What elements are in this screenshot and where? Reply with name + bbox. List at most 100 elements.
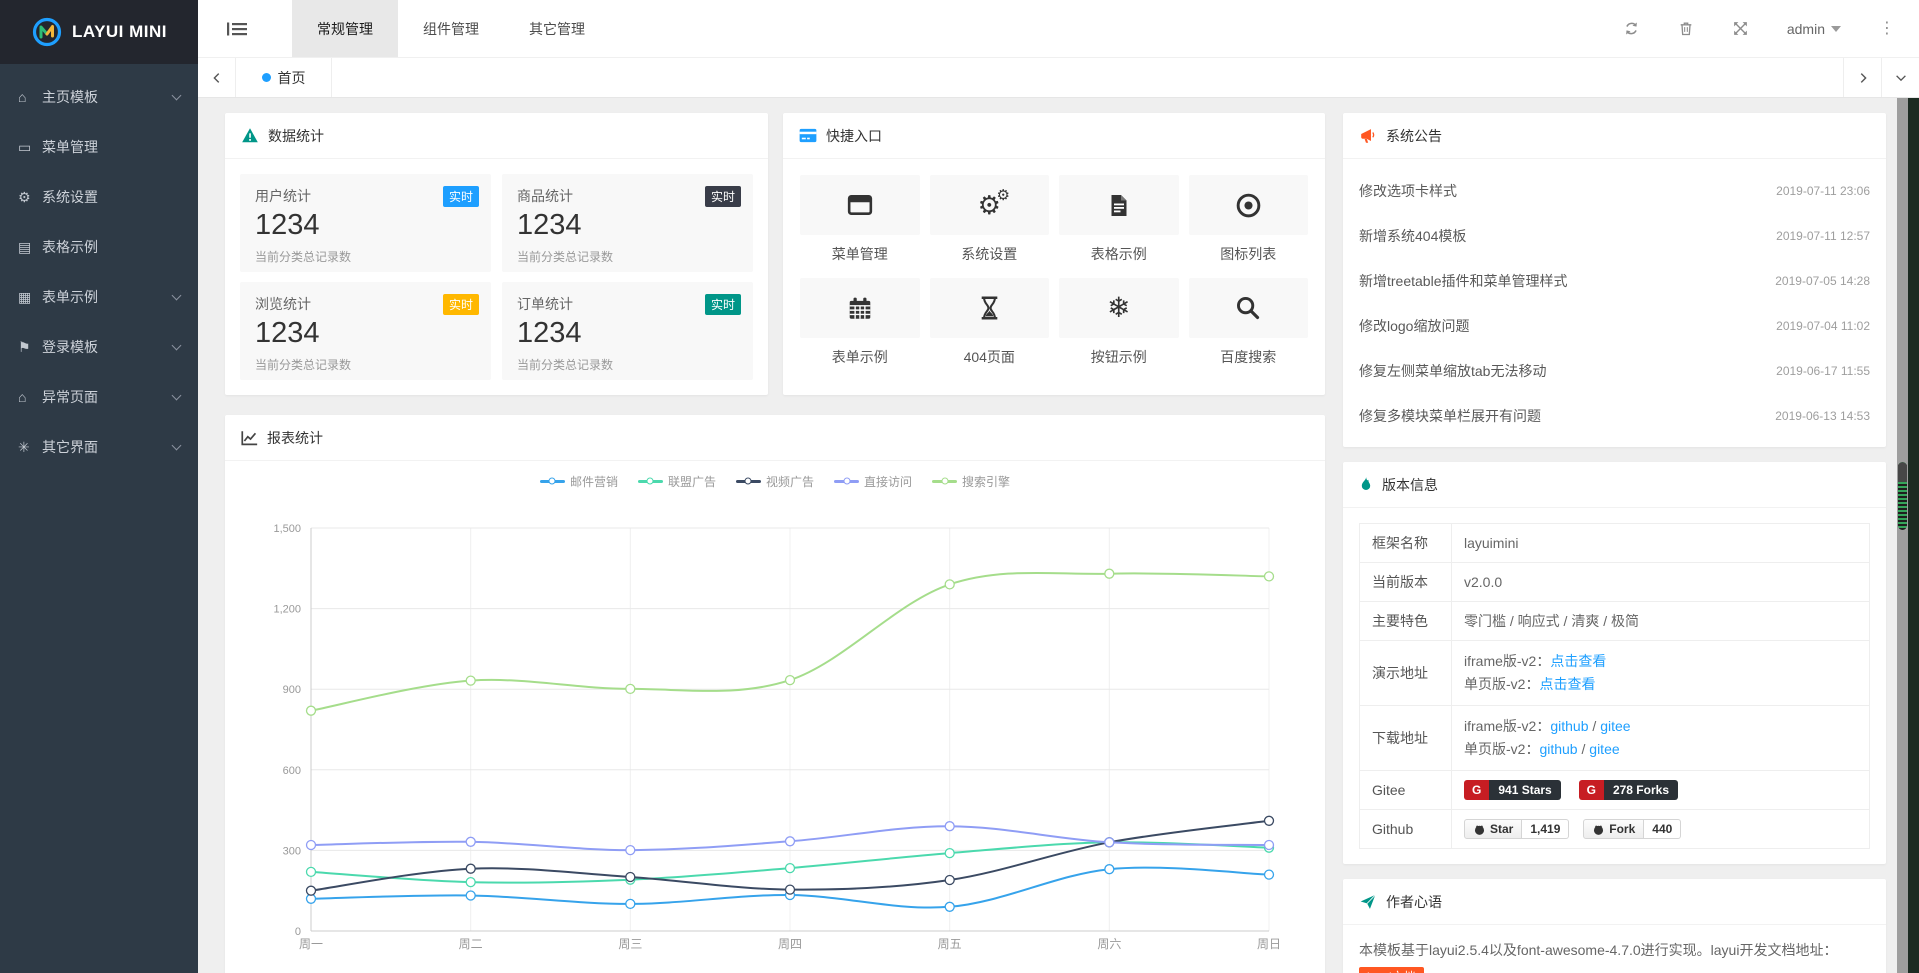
demo-link[interactable]: 点击查看 bbox=[1539, 676, 1595, 692]
data-stats-card: 数据统计 用户统计 1234 当前分类总记录数 实时 商品统计 1 bbox=[225, 113, 768, 395]
legend-marker bbox=[638, 480, 663, 483]
snowflake-icon: ❄ bbox=[1107, 294, 1130, 322]
main-scrollbar-track[interactable] bbox=[1897, 98, 1908, 973]
more-options-button[interactable]: ⋮ bbox=[1879, 21, 1895, 37]
sidebar-item-error-pages[interactable]: ⌂ 异常页面 bbox=[0, 372, 198, 422]
row-label: 演示地址 bbox=[1360, 641, 1452, 706]
credit-card-icon bbox=[799, 128, 817, 143]
sidebar-item-table-example[interactable]: ▤ 表格示例 bbox=[0, 222, 198, 272]
quick-item-icons[interactable]: 图标列表 bbox=[1189, 175, 1309, 264]
tab-operations-button[interactable] bbox=[1881, 58, 1919, 97]
stat-box-orders[interactable]: 订单统计 1234 当前分类总记录数 实时 bbox=[502, 282, 753, 380]
tab-home[interactable]: 首页 bbox=[236, 58, 332, 97]
stat-box-products[interactable]: 商品统计 1234 当前分类总记录数 实时 bbox=[502, 174, 753, 272]
quick-item-buttons[interactable]: ❄ 按钮示例 bbox=[1059, 278, 1179, 367]
quick-item-404[interactable]: 404页面 bbox=[930, 278, 1050, 367]
sidebar-item-system-settings[interactable]: ⚙ 系统设置 bbox=[0, 172, 198, 222]
github-link[interactable]: github bbox=[1550, 718, 1588, 734]
sidebar-item-other-ui[interactable]: ✳ 其它界面 bbox=[0, 422, 198, 472]
quick-item-form[interactable]: 表单示例 bbox=[800, 278, 920, 367]
line-chart[interactable]: 周一周二周三周四周五周六周日03006009001,2001,500 bbox=[225, 496, 1325, 973]
topnav-tab-general[interactable]: 常规管理 bbox=[292, 0, 398, 57]
main-scrollbar-thumb[interactable] bbox=[1898, 462, 1907, 530]
stat-box-users[interactable]: 用户统计 1234 当前分类总记录数 实时 bbox=[240, 174, 491, 272]
legend-item[interactable]: 搜索引擎 bbox=[932, 473, 1010, 490]
sidebar-item-home-template[interactable]: ⌂ 主页模板 bbox=[0, 72, 198, 122]
legend-item[interactable]: 联盟广告 bbox=[638, 473, 716, 490]
legend-item[interactable]: 视频广告 bbox=[736, 473, 814, 490]
announcement-date: 2019-07-11 12:57 bbox=[1776, 229, 1870, 243]
stat-box-views[interactable]: 浏览统计 1234 当前分类总记录数 实时 bbox=[240, 282, 491, 380]
sidebar-item-login-template[interactable]: ⚑ 登录模板 bbox=[0, 322, 198, 372]
legend-item[interactable]: 直接访问 bbox=[834, 473, 912, 490]
announcement-item[interactable]: 修复多模块菜单栏展开有问题 2019-06-13 14:53 bbox=[1343, 393, 1886, 438]
logo[interactable]: LAYUI MINI bbox=[0, 0, 198, 64]
github-icon bbox=[1592, 823, 1605, 836]
announcement-item[interactable]: 新增系统404模板 2019-07-11 12:57 bbox=[1343, 213, 1886, 258]
svg-text:900: 900 bbox=[283, 684, 301, 696]
sidebar-item-form-example[interactable]: ▦ 表单示例 bbox=[0, 272, 198, 322]
gitee-stars-badge[interactable]: G941 Stars bbox=[1464, 780, 1561, 800]
legend-marker bbox=[540, 480, 565, 483]
legend-item[interactable]: 邮件营销 bbox=[540, 473, 618, 490]
quick-item-table[interactable]: 表格示例 bbox=[1059, 175, 1179, 264]
user-menu[interactable]: admin bbox=[1787, 21, 1841, 37]
svg-text:1,200: 1,200 bbox=[273, 604, 301, 616]
username: admin bbox=[1787, 21, 1825, 37]
right-column: 系统公告 修改选项卡样式 2019-07-11 23:06 新增系统404模板 … bbox=[1343, 113, 1886, 973]
demo-prefix: iframe版-v2： bbox=[1464, 653, 1550, 669]
search-icon bbox=[1235, 295, 1261, 321]
gitee-link[interactable]: gitee bbox=[1589, 741, 1619, 757]
separator: / bbox=[1589, 718, 1601, 734]
expand-arrows-icon bbox=[1732, 20, 1749, 37]
svg-text:周四: 周四 bbox=[778, 937, 802, 951]
announcement-item[interactable]: 修复左侧菜单缩放tab无法移动 2019-06-17 11:55 bbox=[1343, 348, 1886, 393]
announcement-date: 2019-07-11 23:06 bbox=[1776, 184, 1870, 198]
github-fork-widget[interactable]: Fork 440 bbox=[1583, 819, 1681, 839]
svg-text:600: 600 bbox=[283, 765, 301, 777]
topnav-tab-components[interactable]: 组件管理 bbox=[398, 0, 504, 57]
github-link[interactable]: github bbox=[1539, 741, 1577, 757]
legend-label: 邮件营销 bbox=[570, 473, 618, 490]
topnav-tab-other[interactable]: 其它管理 bbox=[504, 0, 610, 57]
layui-doc-badge[interactable]: layui文档 bbox=[1359, 967, 1424, 973]
hourglass-icon bbox=[977, 294, 1002, 322]
status-badge: 实时 bbox=[705, 294, 741, 315]
version-header: 版本信息 bbox=[1343, 462, 1886, 508]
tab-scroll-left-button[interactable] bbox=[198, 58, 236, 97]
row-label: 框架名称 bbox=[1360, 524, 1452, 563]
refresh-icon bbox=[1623, 20, 1640, 37]
announcement-item[interactable]: 修改logo缩放问题 2019-07-04 11:02 bbox=[1343, 303, 1886, 348]
announcement-date: 2019-06-17 11:55 bbox=[1776, 364, 1870, 378]
gitee-forks-badge[interactable]: G278 Forks bbox=[1579, 780, 1678, 800]
page-content: 数据统计 用户统计 1234 当前分类总记录数 实时 商品统计 1 bbox=[198, 98, 1919, 973]
svg-text:周三: 周三 bbox=[618, 937, 642, 951]
legend-label: 联盟广告 bbox=[668, 473, 716, 490]
sidebar-item-label: 表格示例 bbox=[42, 237, 98, 257]
gitee-link[interactable]: gitee bbox=[1600, 718, 1630, 734]
announcement-item[interactable]: 修改选项卡样式 2019-07-11 23:06 bbox=[1343, 168, 1886, 213]
demo-link[interactable]: 点击查看 bbox=[1550, 653, 1606, 669]
announcement-list: 修改选项卡样式 2019-07-11 23:06 新增系统404模板 2019-… bbox=[1343, 159, 1886, 447]
chevron-down-icon bbox=[172, 91, 182, 101]
stat-caption: 当前分类总记录数 bbox=[255, 248, 476, 265]
fold-menu-button[interactable] bbox=[198, 0, 276, 57]
sidebar-item-label: 表单示例 bbox=[42, 287, 98, 307]
clear-cache-button[interactable] bbox=[1678, 20, 1694, 37]
author-body: 本模板基于layui2.5.4以及font-awesome-4.7.0进行实现。… bbox=[1343, 925, 1886, 973]
logo-text: LAYUI MINI bbox=[72, 22, 167, 42]
fullscreen-button[interactable] bbox=[1732, 20, 1749, 37]
announcement-text: 新增treetable插件和菜单管理样式 bbox=[1359, 271, 1567, 291]
sidebar-item-menu-management[interactable]: ▭ 菜单管理 bbox=[0, 122, 198, 172]
svg-text:周六: 周六 bbox=[1097, 937, 1121, 951]
svg-text:周二: 周二 bbox=[459, 937, 483, 951]
flag-icon: ⚑ bbox=[18, 339, 42, 356]
quick-item-baidu-search[interactable]: 百度搜索 bbox=[1189, 278, 1309, 367]
quick-item-menu[interactable]: 菜单管理 bbox=[800, 175, 920, 264]
github-star-widget[interactable]: Star 1,419 bbox=[1464, 819, 1569, 839]
tab-scroll-right-button[interactable] bbox=[1843, 58, 1881, 97]
refresh-button[interactable] bbox=[1623, 20, 1640, 37]
fire-icon bbox=[1359, 476, 1373, 493]
announcement-item[interactable]: 新增treetable插件和菜单管理样式 2019-07-05 14:28 bbox=[1343, 258, 1886, 303]
quick-item-settings[interactable]: ⚙⚙ 系统设置 bbox=[930, 175, 1050, 264]
